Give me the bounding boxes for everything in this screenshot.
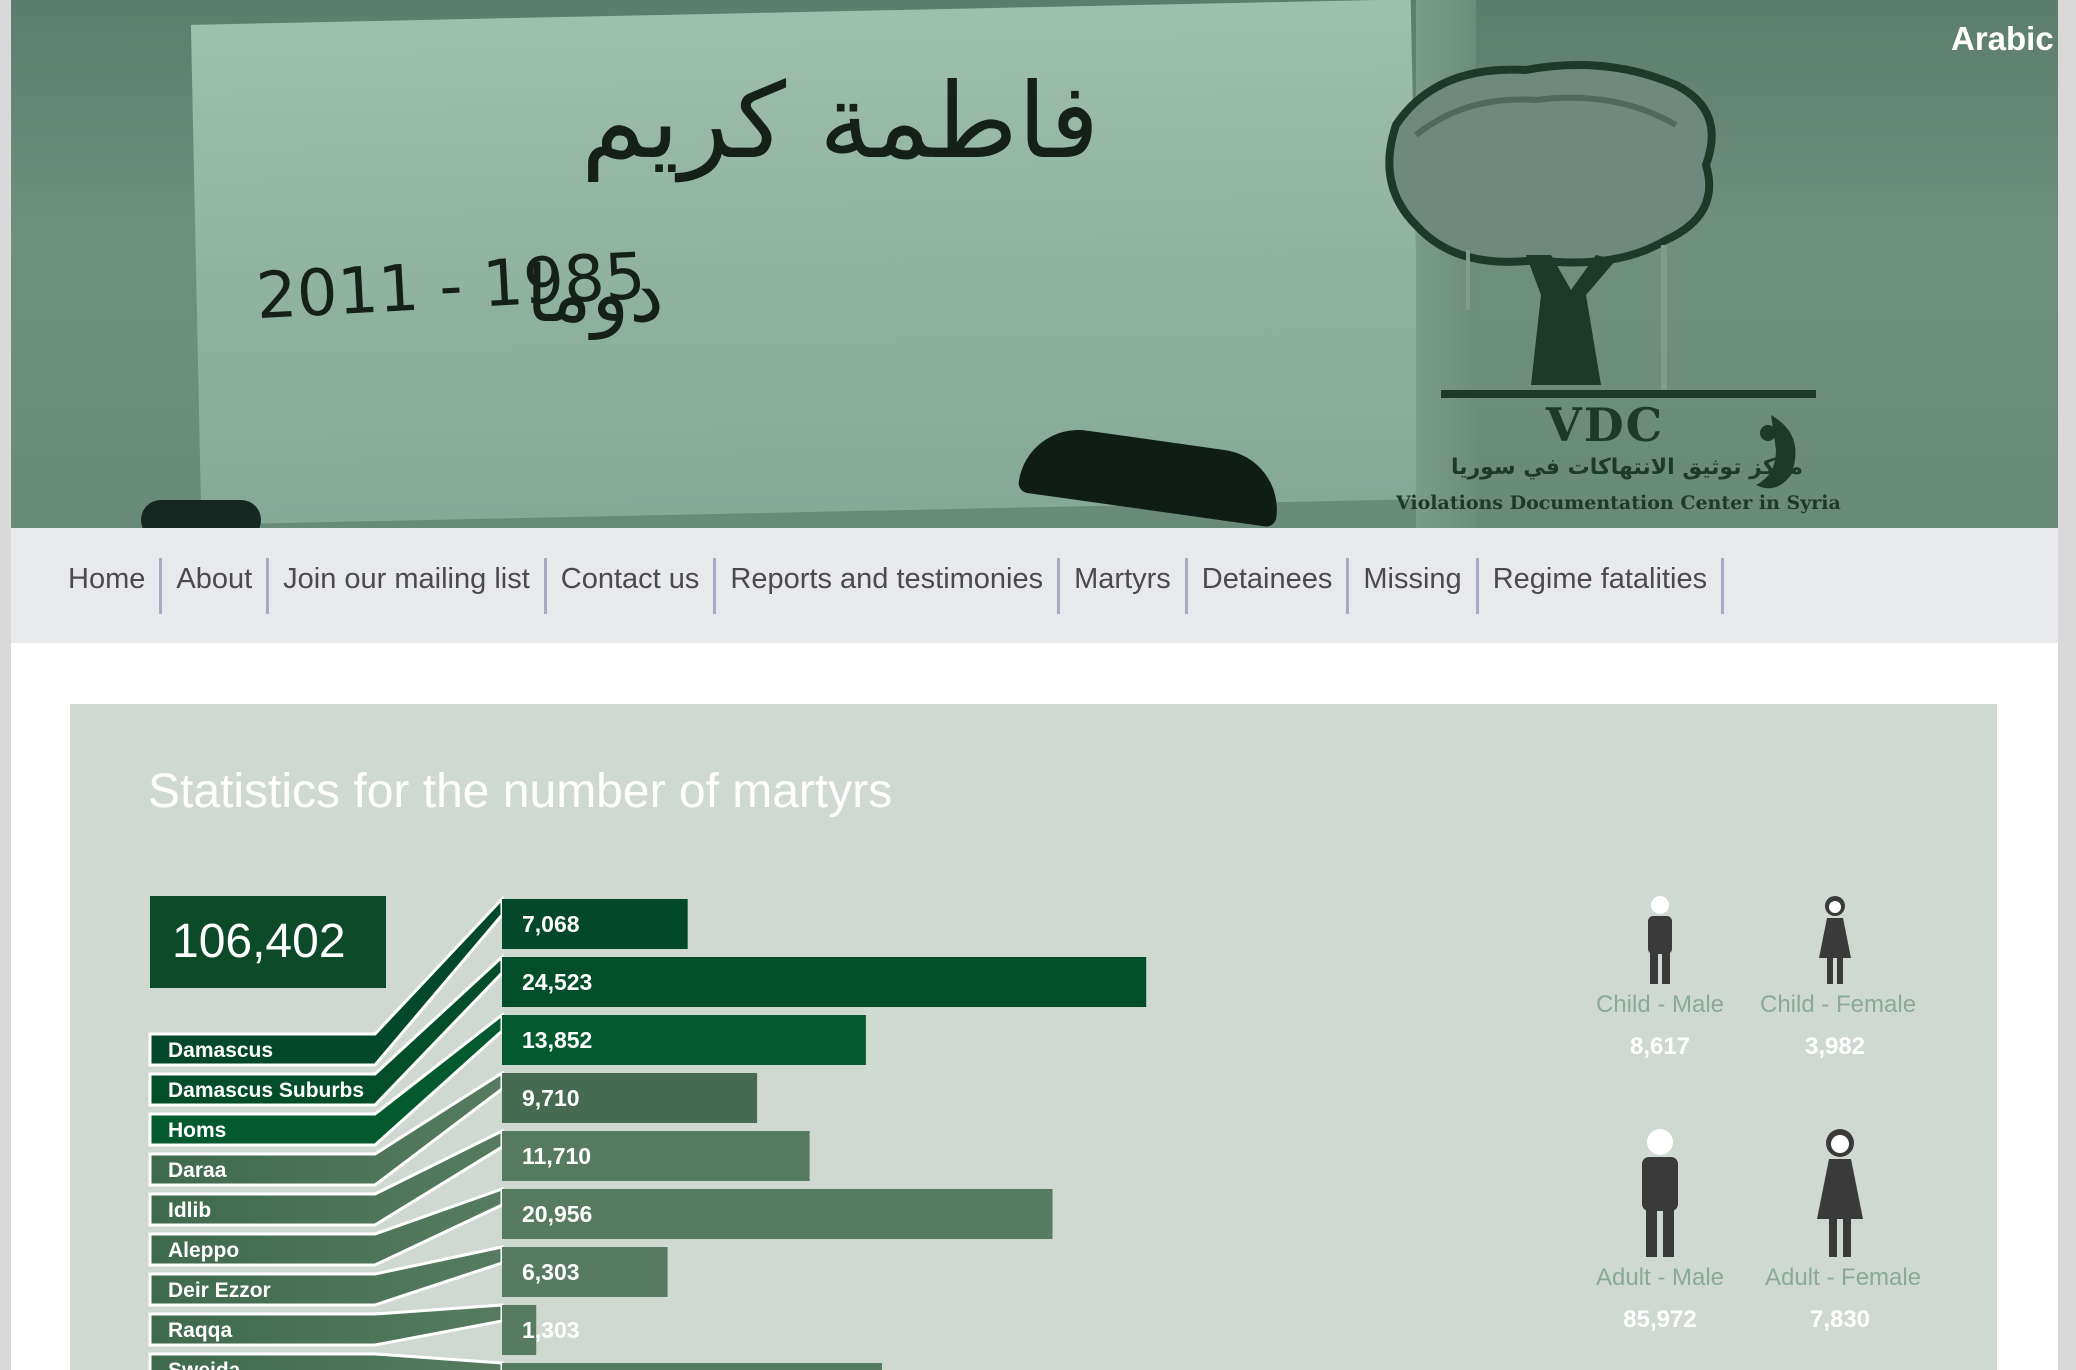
window-frame-right xyxy=(2058,0,2076,1370)
region-bar-value: 1,303 xyxy=(522,1317,580,1343)
demo-child-male: Child - Male 8,617 xyxy=(1595,896,1725,1061)
region-label: Daraa xyxy=(168,1159,227,1182)
nav-item-detainees[interactable]: Detainees xyxy=(1188,558,1350,614)
window-frame-left xyxy=(0,0,11,1370)
region-label: Damascus Suburbs xyxy=(168,1079,364,1102)
nav-menu: Home About Join our mailing list Contact… xyxy=(68,558,1725,614)
demo-child-male-value: 8,617 xyxy=(1629,1033,1691,1060)
vdc-logo-acronym: VDC xyxy=(1546,398,1665,452)
demo-adult-female-label: Adult - Female xyxy=(1765,1264,1922,1291)
child-male-icon xyxy=(1648,896,1672,984)
nav-item-about[interactable]: About xyxy=(162,558,270,614)
martyrs-statistics-panel: Statistics for the number of martyrs 106… xyxy=(70,704,1997,1370)
demo-child-female-label: Child - Female xyxy=(1760,991,1917,1018)
header-banner: فاطمة كريم 2011 - 1985 دوما VDC مركز توث… xyxy=(11,0,2058,528)
nav-item-home[interactable]: Home xyxy=(68,558,163,614)
demo-child-male-label: Child - Male xyxy=(1595,991,1725,1018)
nav-item-missing[interactable]: Missing xyxy=(1349,558,1479,614)
demo-adult-male-label: Adult - Male xyxy=(1595,1264,1725,1291)
arabic-language-link[interactable]: Arabic xyxy=(1951,20,2054,58)
nav-item-contact[interactable]: Contact us xyxy=(547,558,717,614)
adult-male-icon xyxy=(1642,1129,1678,1257)
region-label: Sweida xyxy=(168,1359,241,1370)
demo-adult-female: Adult - Female 7,830 xyxy=(1765,1129,1922,1334)
region-bar-value: 7,068 xyxy=(522,911,580,937)
demo-adult-female-value: 7,830 xyxy=(1809,1306,1871,1333)
main-navigation: Home About Join our mailing list Contact… xyxy=(11,528,2058,643)
nav-item-mailing-list[interactable]: Join our mailing list xyxy=(269,558,547,614)
region-bar[interactable] xyxy=(502,1363,882,1370)
region-bar-value: 9,710 xyxy=(522,1085,580,1111)
demo-adult-male-value: 85,972 xyxy=(1623,1306,1697,1333)
nav-item-reports[interactable]: Reports and testimonies xyxy=(716,558,1061,614)
demo-adult-male: Adult - Male 85,972 xyxy=(1590,1129,1730,1334)
region-label: Idlib xyxy=(168,1199,211,1222)
region-label: Damascus xyxy=(168,1039,273,1062)
region-bar-value: 20,956 xyxy=(522,1201,592,1227)
banner-photo-shadow xyxy=(141,500,261,528)
child-female-icon xyxy=(1819,896,1851,984)
region-label: Aleppo xyxy=(168,1239,239,1262)
region-label: Deir Ezzor xyxy=(168,1279,271,1302)
region-label: Raqqa xyxy=(168,1319,233,1342)
adult-female-icon xyxy=(1817,1129,1863,1257)
nav-item-regime-fatalities[interactable]: Regime fatalities xyxy=(1479,558,1725,614)
demo-child-female-value: 3,982 xyxy=(1804,1033,1866,1060)
region-bar-value: 24,523 xyxy=(522,969,592,995)
region-bar-value: 11,710 xyxy=(522,1143,591,1169)
region-bar-value: 13,852 xyxy=(522,1027,592,1053)
vdc-logo-arabic-name: مركز توثيق الانتهاكات في سوريا xyxy=(1451,455,1803,480)
banner-photo-name: فاطمة كريم xyxy=(581,60,1100,182)
banner-photo-place: دوما xyxy=(526,250,664,340)
vdc-logo-english-name: Violations Documentation Center in Syria xyxy=(1396,492,1841,514)
region-bar-value: 6,303 xyxy=(522,1259,580,1285)
demo-child-female: Child - Female 3,982 xyxy=(1760,896,1917,1061)
region-label: Homs xyxy=(168,1119,226,1142)
region-bar[interactable] xyxy=(502,957,1147,1007)
nav-item-martyrs[interactable]: Martyrs xyxy=(1060,558,1188,614)
